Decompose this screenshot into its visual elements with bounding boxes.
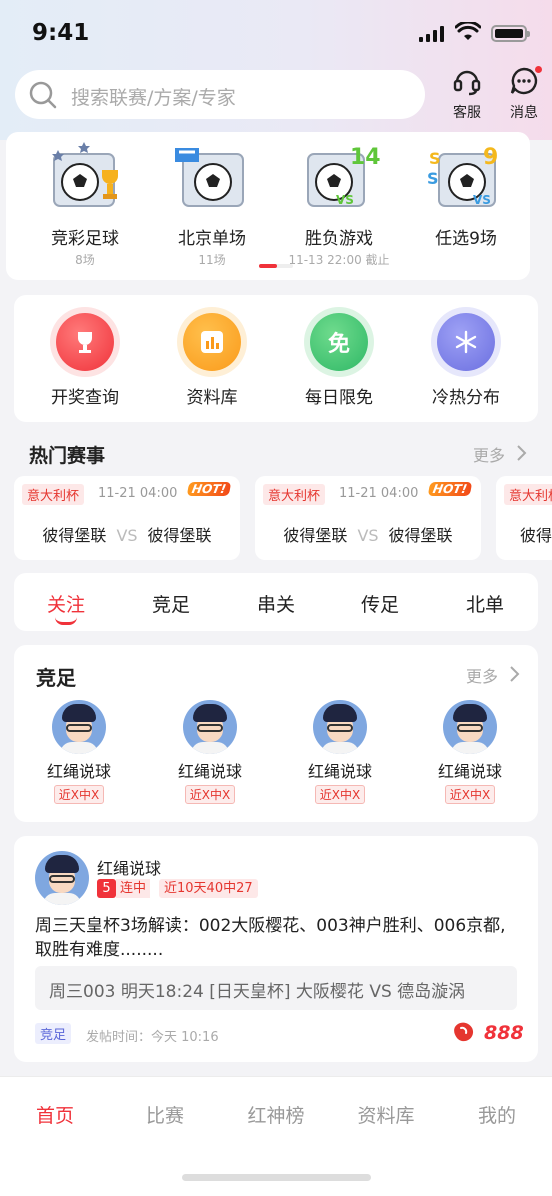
avatar <box>313 700 367 754</box>
status-bar: 9:41 <box>0 0 552 64</box>
signal-icon <box>419 26 445 42</box>
streak-label: 连中 <box>116 879 151 898</box>
status-time: 9:41 <box>32 20 90 46</box>
lottery-beijing[interactable]: 北京单场 11场 <box>152 140 272 268</box>
experts-more[interactable]: 更多 <box>466 662 526 686</box>
post-category-tag: 竞足 <box>35 1023 72 1044</box>
nav-home[interactable]: 首页 <box>0 1101 110 1128</box>
chart-icon <box>183 313 241 371</box>
post-count: 888 <box>484 1022 524 1044</box>
tool-database[interactable]: 资料库 <box>152 313 272 408</box>
hot-badge: HOT! <box>427 482 473 496</box>
expert-item[interactable]: 红绳说球 近X中X <box>34 700 124 804</box>
wifi-icon <box>455 22 481 40</box>
hot-matches-more[interactable]: 更多 <box>473 441 533 465</box>
post-text: 周三天皇杯3场解读：002大阪樱花、003神户胜利、006京都,取胜有难度...… <box>35 916 506 960</box>
svg-text:S: S <box>427 169 439 188</box>
svg-text:9: 9 <box>483 145 498 170</box>
tab-beidan[interactable]: 北单 <box>455 590 515 617</box>
headset-icon <box>453 70 481 96</box>
svg-text:VS: VS <box>473 193 491 207</box>
messages-button[interactable]: 消息 <box>502 66 546 122</box>
trophy-icon <box>56 313 114 371</box>
record-badge: 近10天40中27 <box>159 879 258 898</box>
tab-chuanguan[interactable]: 串关 <box>246 590 306 617</box>
expert-item[interactable]: 红绳说球 近X中X <box>165 700 255 804</box>
hot-matches-title: 热门赛事 <box>29 445 106 467</box>
tool-hot-cold[interactable]: 冷热分布 <box>406 313 526 408</box>
lottery-jingcai[interactable]: 竞彩足球 8场 <box>25 140 145 268</box>
messages-label: 消息 <box>510 105 538 121</box>
nav-database[interactable]: 资料库 <box>331 1101 441 1128</box>
avatar <box>52 700 106 754</box>
expert-item[interactable]: 红绳说球 近X中X <box>295 700 385 804</box>
tab-chuanzu[interactable]: 传足 <box>350 590 410 617</box>
post-time: 发帖时间：今天 10:16 <box>86 1030 219 1045</box>
svg-text:VS: VS <box>336 193 354 207</box>
service-label: 客服 <box>453 105 481 121</box>
tab-follow[interactable]: 关注 <box>36 590 96 625</box>
avatar <box>443 700 497 754</box>
nav-mine[interactable]: 我的 <box>442 1101 552 1128</box>
football-trophy-icon <box>52 142 118 207</box>
expert-item[interactable]: 红绳说球 近X中X <box>425 700 515 804</box>
customer-service-button[interactable]: 客服 <box>445 66 489 122</box>
post-author[interactable]: 红绳说球 <box>97 855 161 879</box>
nav-ranking[interactable]: 红神榜 <box>221 1101 331 1128</box>
hot-badge: HOT! <box>186 482 232 496</box>
avatar <box>183 700 237 754</box>
lottery-shengfu[interactable]: 14 VS 胜负游戏 11-13 22:00 截止 <box>279 140 399 268</box>
nav-matches[interactable]: 比赛 <box>110 1101 220 1128</box>
post-match-info[interactable]: 周三003 明天18:24 [日天皇杯] 大阪樱花 VS 德岛漩涡 <box>35 966 517 1010</box>
category-tabs: 关注 竞足 串关 传足 北单 <box>14 573 538 631</box>
search-placeholder: 搜索联赛/方案/专家 <box>71 87 236 109</box>
match-card[interactable]: 意大利杯 11-21 04:00 HOT! 彼得堡联 VS 彼得堡联 <box>255 476 481 560</box>
tool-draw-results[interactable]: 开奖查询 <box>25 313 145 408</box>
search-input[interactable]: 搜索联赛/方案/专家 <box>15 70 425 119</box>
match-card[interactable]: 意大利杯 彼得 <box>496 476 552 560</box>
chevron-right-icon <box>517 445 527 461</box>
free-icon: 免 <box>310 313 368 371</box>
streak-count: 5 <box>97 879 116 898</box>
lottery-renxuan[interactable]: 9 S S VS 任选9场 <box>406 140 526 251</box>
match-card[interactable]: 意大利杯 11-21 04:00 HOT! 彼得堡联 VS 彼得堡联 <box>14 476 240 560</box>
experts-title: 竞足 <box>36 666 76 690</box>
bean-icon <box>454 1022 474 1042</box>
tab-jingzu[interactable]: 竞足 <box>141 590 201 617</box>
svg-text:14: 14 <box>350 145 380 170</box>
battery-icon <box>491 25 530 42</box>
svg-text:S: S <box>429 149 441 168</box>
football-single-icon <box>175 148 244 207</box>
home-indicator <box>182 1174 371 1181</box>
tool-daily-free[interactable]: 免 每日限免 <box>279 313 399 408</box>
carousel-indicator <box>259 264 293 268</box>
chevron-right-icon <box>510 666 520 682</box>
football-14-icon: 14 VS <box>307 145 381 207</box>
snowflake-icon <box>437 313 495 371</box>
active-tab-indicator <box>55 617 77 625</box>
search-icon <box>29 81 57 109</box>
football-9-icon: 9 S S VS <box>427 145 498 207</box>
avatar[interactable] <box>35 851 89 905</box>
unread-dot <box>535 66 542 73</box>
